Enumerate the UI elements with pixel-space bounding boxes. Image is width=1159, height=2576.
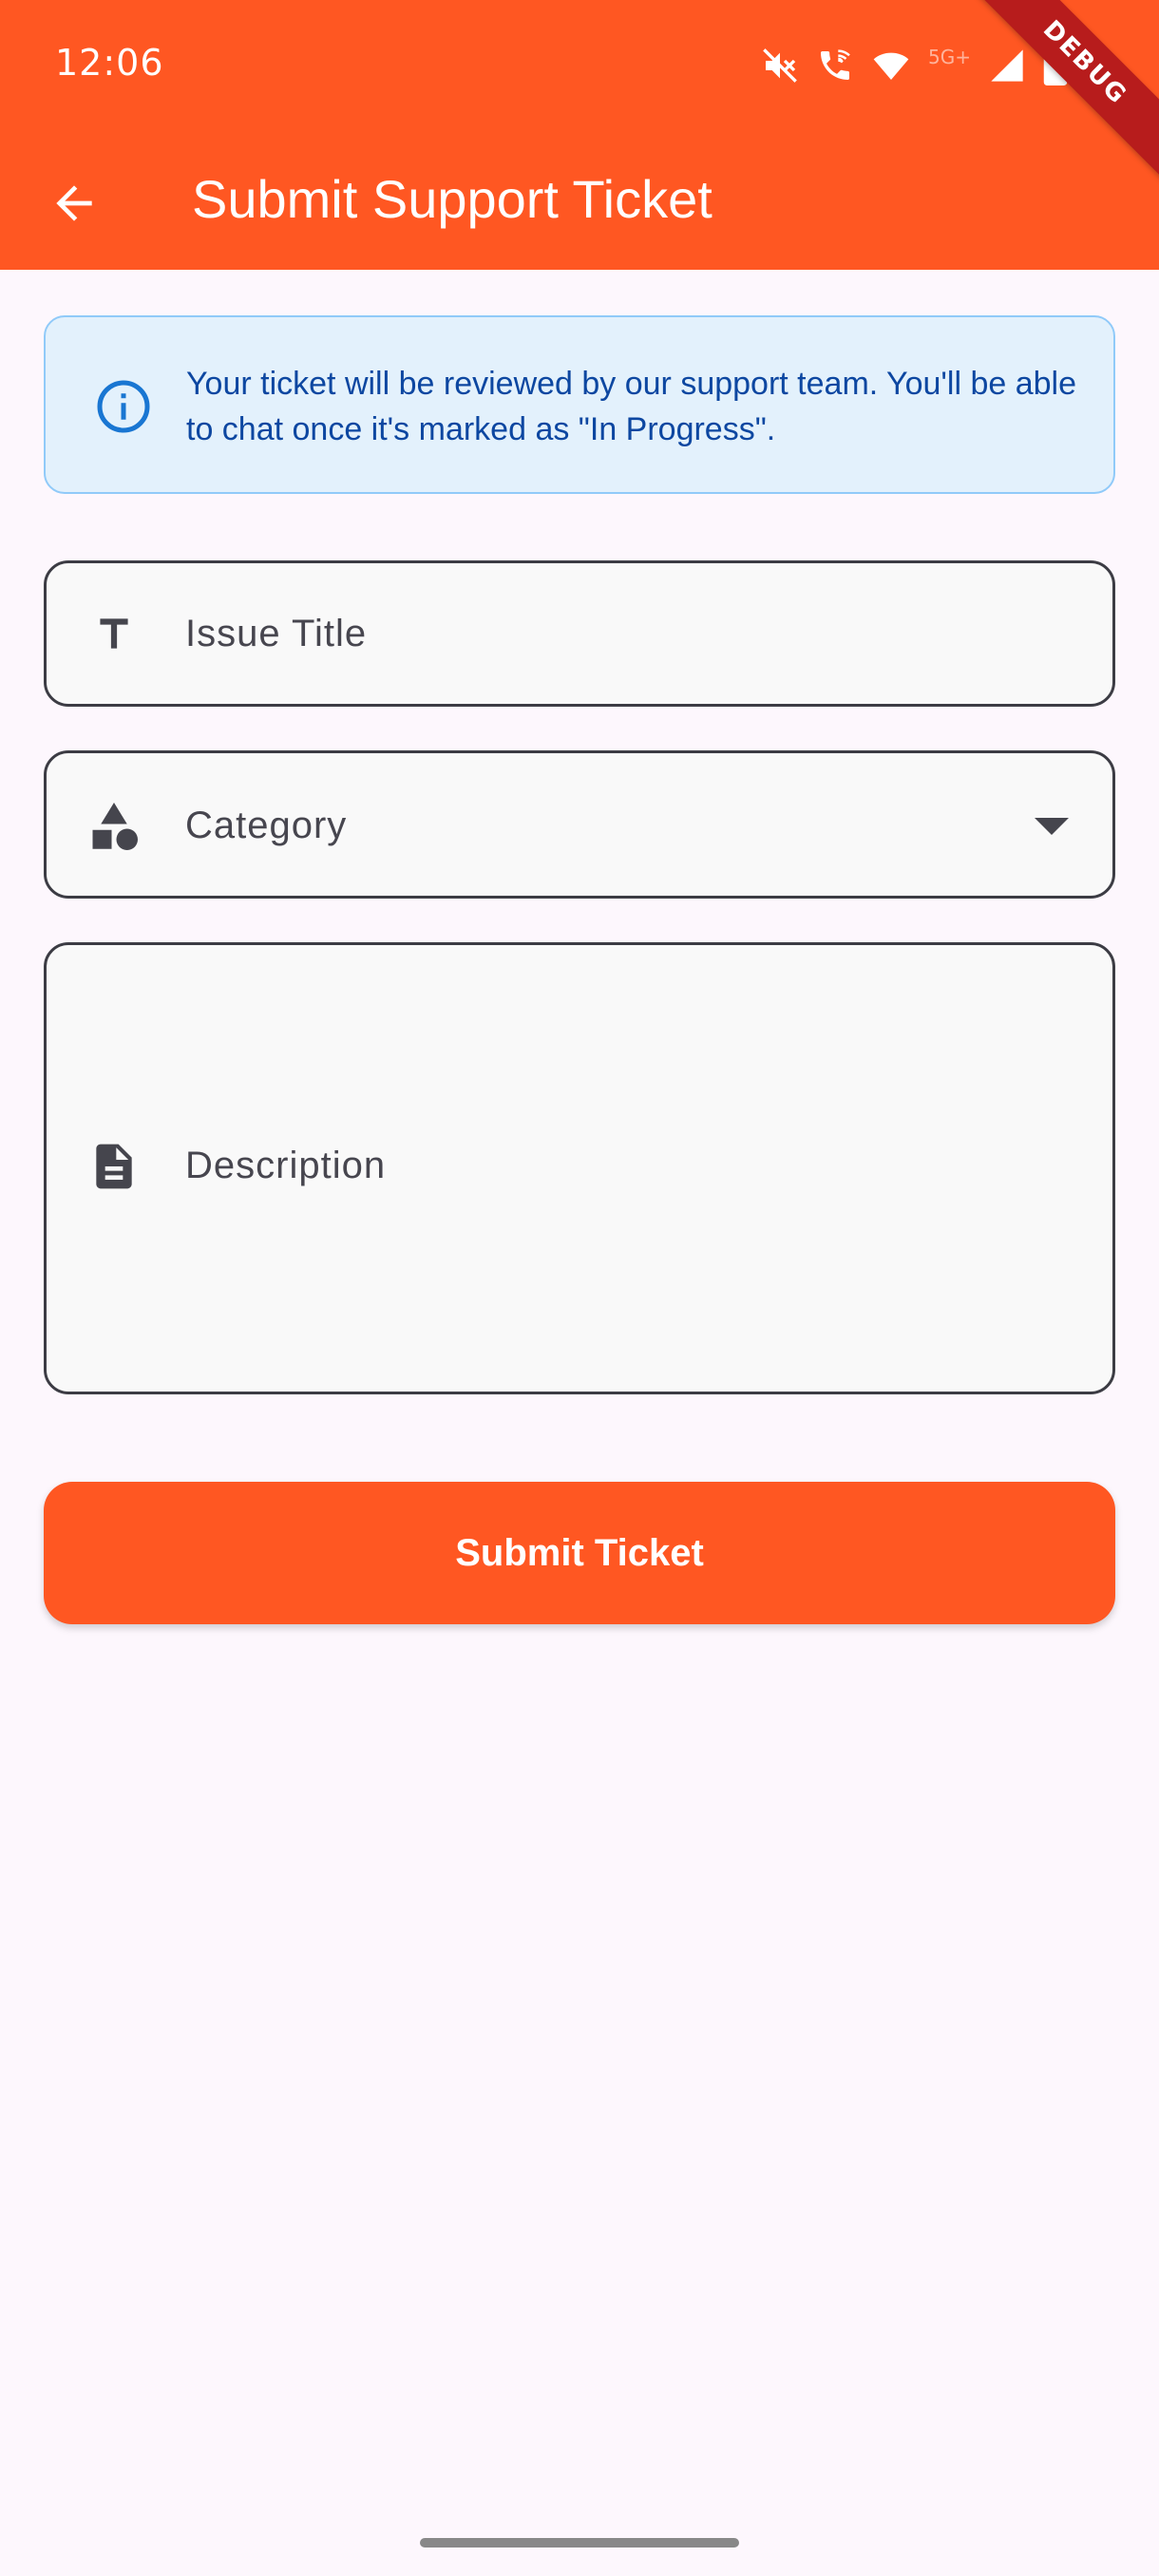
toolbar: Submit Support Ticket bbox=[0, 129, 1159, 270]
document-icon bbox=[83, 1135, 145, 1198]
category-shapes-icon bbox=[83, 795, 145, 858]
info-icon bbox=[97, 380, 150, 433]
description-label: Description bbox=[185, 1145, 387, 1186]
issue-title-label: Issue Title bbox=[185, 613, 368, 654]
home-indicator[interactable] bbox=[420, 2538, 739, 2548]
app-bar: 12:06 5G+ DEBUG Submit Support Ticket bbox=[0, 0, 1159, 270]
info-banner: Your ticket will be reviewed by our supp… bbox=[44, 315, 1115, 494]
wifi-icon bbox=[873, 52, 909, 80]
submit-ticket-button[interactable]: Submit Ticket bbox=[44, 1482, 1115, 1624]
dropdown-arrow-icon bbox=[1035, 818, 1069, 835]
arrow-back-icon bbox=[56, 185, 92, 221]
status-bar: 12:06 5G+ bbox=[0, 0, 1159, 129]
wifi-calling-icon bbox=[821, 49, 850, 80]
issue-title-field[interactable]: Issue Title bbox=[44, 560, 1115, 707]
category-label: Category bbox=[185, 805, 348, 846]
status-time: 12:06 bbox=[55, 42, 164, 84]
title-icon bbox=[83, 603, 145, 666]
support-ticket-screen: 12:06 5G+ DEBUG Submit Support Ticket Yo… bbox=[0, 0, 1159, 2576]
submit-ticket-label: Submit Ticket bbox=[455, 1531, 704, 1574]
signal-icon bbox=[991, 49, 1023, 82]
page-title: Submit Support Ticket bbox=[192, 169, 712, 229]
status-icons: 5G+ bbox=[761, 42, 1068, 89]
description-field[interactable]: Description bbox=[44, 942, 1115, 1394]
back-button[interactable] bbox=[34, 163, 114, 243]
mute-icon bbox=[763, 48, 797, 83]
network-type-label: 5G+ bbox=[928, 46, 971, 68]
info-text: Your ticket will be reviewed by our supp… bbox=[186, 366, 1077, 447]
category-dropdown[interactable]: Category bbox=[44, 750, 1115, 899]
